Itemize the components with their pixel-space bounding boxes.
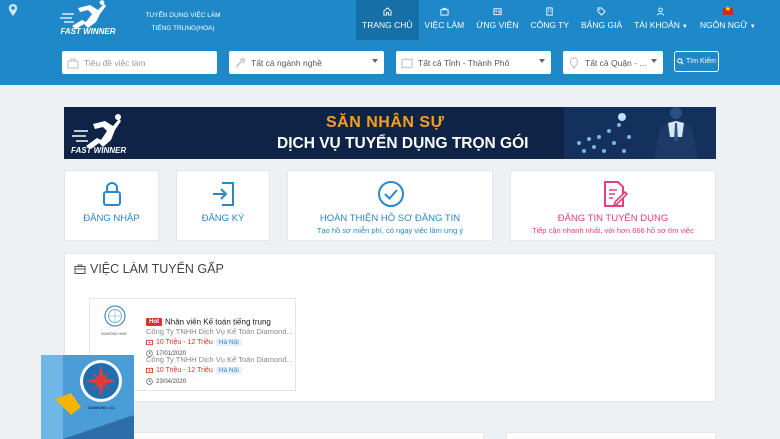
- register-card[interactable]: ĐĂNG KÝ: [176, 170, 270, 241]
- vietnam-flag-icon: [722, 5, 733, 15]
- job-title[interactable]: Nhân viên Kế toán tiếng trung: [165, 317, 271, 326]
- job-salary-row: 10 Triệu - 12 Triệu Hà Nội: [146, 339, 242, 346]
- promo-banner[interactable]: FAST WINNER SĂN NHÂN SỰ DỊCH VỤ TUYỂN DỤ…: [64, 107, 716, 159]
- clock-icon: [146, 378, 153, 385]
- money-icon: [146, 367, 153, 374]
- section-heading-text: VIỆC LÀM TUYỂN GẤP: [90, 262, 224, 276]
- diamond-ad-graphic: [41, 355, 134, 439]
- nav-home[interactable]: TRANG CHỦ: [356, 0, 419, 40]
- district-value: Tất cả Quận - ...: [585, 57, 647, 68]
- site-logo[interactable]: FAST WINNER: [58, 0, 118, 38]
- section-heading: VIỆC LÀM TUYỂN GẤP: [74, 262, 224, 276]
- chevron-down-icon: [372, 59, 378, 63]
- floating-ad[interactable]: DIAMOND CO.: [41, 355, 134, 439]
- banner-logo-text: FAST WINNER: [71, 146, 127, 155]
- nav-account[interactable]: TÀI KHOẢN ▼: [628, 0, 694, 40]
- job-date: 23/04/2020: [156, 378, 187, 385]
- search-button[interactable]: Tìm Kiếm: [674, 51, 719, 72]
- login-card-title: ĐĂNG NHẬP: [83, 213, 140, 224]
- login-card[interactable]: ĐĂNG NHẬP: [64, 170, 159, 241]
- province-select[interactable]: Tất cả Tỉnh - Thành Phố: [396, 51, 551, 74]
- job-salary: 10 Triệu - 12 Triệu: [156, 367, 213, 374]
- site-tagline: TUYỂN DỤNG VIỆC LÀM TIẾNG TRUNG(HOA): [138, 9, 228, 35]
- industry-value: Tất cả ngành nghề: [251, 57, 322, 68]
- job-company[interactable]: Công Ty TNHH Dịch Vụ Kế Toán Diamond...: [146, 327, 294, 336]
- nav-jobs[interactable]: VIỆC LÀM: [419, 0, 471, 40]
- price-tag-icon: [597, 7, 606, 16]
- nav-jobs-label: VIỆC LÀM: [424, 20, 465, 30]
- keyword-placeholder: Tiêu đề việc làm: [84, 57, 146, 68]
- company-logo-text: DIAMOND HINE: [101, 332, 127, 336]
- complete-profile-card[interactable]: HOÀN THIỆN HỒ SƠ ĐĂNG TIN Tạo hồ sơ miễn…: [287, 170, 493, 241]
- edit-document-icon: [604, 181, 629, 207]
- user-icon: [657, 7, 665, 16]
- next-section-card: [506, 432, 716, 439]
- nav-candidates[interactable]: ỨNG VIÊN: [470, 0, 524, 40]
- chevron-down-icon: [651, 59, 657, 63]
- banner-subheadline: DỊCH VỤ TUYỂN DỤNG TRỌN GÓI: [277, 135, 529, 152]
- briefcase-icon: [67, 58, 79, 68]
- money-icon: [146, 339, 153, 346]
- location-pin-icon: [569, 56, 579, 69]
- tagline-line-2: TIẾNG TRUNG(HOA): [151, 25, 215, 32]
- district-select[interactable]: Tất cả Quận - ...: [563, 51, 663, 74]
- chevron-down-icon: [539, 59, 545, 63]
- industry-select[interactable]: Tất cả ngành nghề: [229, 51, 384, 74]
- job-city: Hà Nội: [215, 339, 242, 346]
- building-icon: [546, 7, 553, 16]
- sign-in-icon: [213, 182, 234, 206]
- nav-companies[interactable]: CÔNG TY: [524, 0, 575, 40]
- nav-language-label: NGÔN NGỮ: [699, 20, 748, 30]
- keyword-input[interactable]: Tiêu đề việc làm: [62, 51, 217, 74]
- briefcase-icon: [74, 264, 86, 274]
- tools-icon: [235, 57, 246, 67]
- complete-profile-subtitle: Tạo hồ sơ miễn phí, có ngay việc làm ưng…: [316, 226, 464, 235]
- location-pin-icon: [8, 4, 18, 16]
- nav-pricing[interactable]: BẢNG GIÁ: [575, 0, 628, 40]
- urgent-jobs-section: VIỆC LÀM TUYỂN GẤP DIAMOND HINE Hot Nhân …: [64, 253, 716, 402]
- home-icon: [383, 7, 392, 16]
- nav-account-label: TÀI KHOẢN: [634, 20, 680, 30]
- briefcase-icon: [440, 7, 449, 16]
- top-navbar: FAST WINNER TUYỂN DỤNG VIỆC LÀM TIẾNG TR…: [0, 0, 780, 40]
- job-salary-row: 10 Triệu - 12 Triệu Hà Nội: [146, 367, 242, 374]
- company-logo: DIAMOND HINE: [99, 304, 131, 338]
- people-network-graphic: [564, 107, 716, 159]
- banner-headline: SĂN NHÂN SỰ: [326, 114, 445, 131]
- hot-badge: Hot: [146, 317, 162, 326]
- chevron-down-icon: ▼: [681, 24, 688, 30]
- province-value: Tất cả Tỉnh - Thành Phố: [418, 57, 510, 68]
- check-circle-icon: [378, 181, 404, 207]
- logo-text: FAST WINNER: [60, 27, 116, 36]
- job-salary: 10 Triệu - 12 Triệu: [156, 339, 213, 346]
- tagline-line-1: TUYỂN DỤNG VIỆC LÀM: [145, 12, 221, 19]
- post-job-subtitle: Tiếp cận nhanh nhất, với hơn 666 hồ sơ t…: [532, 226, 694, 235]
- complete-profile-title: HOÀN THIỆN HỒ SƠ ĐĂNG TIN: [319, 213, 461, 224]
- post-job-title: ĐĂNG TIN TUYỂN DỤNG: [557, 213, 669, 224]
- runner-logo-icon: [60, 0, 106, 29]
- nav-candidates-label: ỨNG VIÊN: [476, 20, 519, 30]
- search-bar: Tiêu đề việc làm Tất cả ngành nghề Tất c…: [0, 40, 780, 85]
- nav-language[interactable]: NGÔN NGỮ▼: [694, 0, 762, 40]
- lock-icon: [103, 182, 121, 206]
- job-company[interactable]: Công Ty TNHH Dịch Vụ Kế Toán Diamond...: [146, 355, 294, 364]
- id-card-icon: [493, 8, 502, 16]
- search-button-label: Tìm Kiếm: [686, 58, 716, 65]
- ad-logo-text: DIAMOND CO.: [88, 405, 116, 410]
- map-icon: [401, 57, 413, 69]
- register-card-title: ĐĂNG KÝ: [201, 213, 245, 224]
- job-date-row: 23/04/2020: [146, 378, 186, 385]
- search-icon: [677, 58, 684, 65]
- nav-companies-label: CÔNG TY: [530, 20, 570, 30]
- nav-pricing-label: BẢNG GIÁ: [581, 20, 623, 30]
- chevron-down-icon: ▼: [749, 24, 756, 30]
- post-job-card[interactable]: ĐĂNG TIN TUYỂN DỤNG Tiếp cận nhanh nhất,…: [510, 170, 716, 241]
- diamond-logo-icon: [104, 305, 126, 327]
- main-nav: TRANG CHỦ VIỆC LÀM ỨNG VIÊN CÔNG TY BẢNG…: [356, 0, 762, 40]
- nav-home-label: TRANG CHỦ: [362, 20, 413, 30]
- job-city: Hà Nội: [215, 367, 242, 374]
